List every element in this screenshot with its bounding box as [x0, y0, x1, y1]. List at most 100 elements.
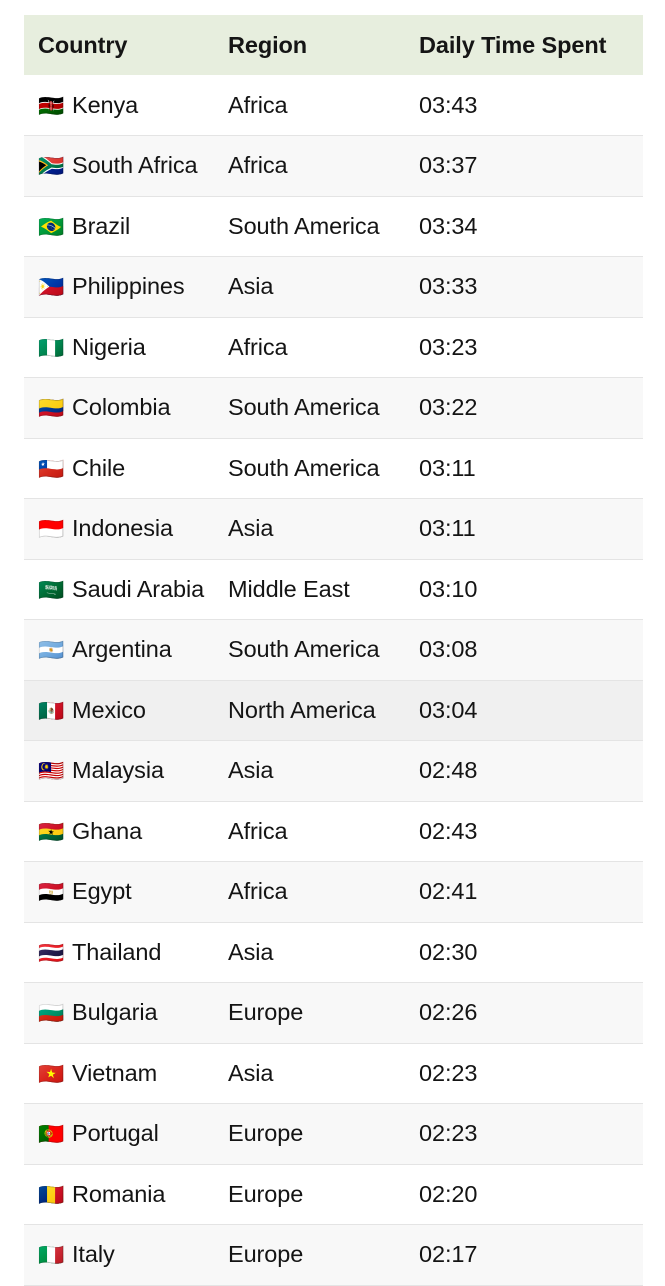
table-row[interactable]: 🇻🇳VietnamAsia02:23	[24, 1043, 643, 1104]
cell-region: Asia	[228, 257, 419, 318]
cell-region: South America	[228, 196, 419, 257]
flag-malaysia-icon: 🇲🇾	[38, 759, 68, 784]
cell-daily-time-spent: 02:26	[419, 983, 643, 1044]
country-time-table-container: Country Region Daily Time Spent 🇰🇪KenyaA…	[24, 15, 643, 1286]
flag-vietnam-icon: 🇻🇳	[38, 1062, 68, 1087]
flag-chile-icon: 🇨🇱	[38, 457, 68, 482]
cell-country: 🇰🇪Kenya	[24, 75, 228, 136]
cell-country: 🇿🇦South Africa	[24, 136, 228, 197]
table-row[interactable]: 🇨🇱ChileSouth America03:11	[24, 438, 643, 499]
cell-country: 🇻🇳Vietnam	[24, 1043, 228, 1104]
flag-ghana-icon: 🇬🇭	[38, 820, 68, 845]
country-name: Argentina	[72, 636, 172, 662]
table-row[interactable]: 🇨🇴ColombiaSouth America03:22	[24, 378, 643, 439]
cell-region: Asia	[228, 1043, 419, 1104]
cell-region: Africa	[228, 801, 419, 862]
cell-region: South America	[228, 620, 419, 681]
flag-kenya-icon: 🇰🇪	[38, 94, 68, 119]
cell-country: 🇸🇦Saudi Arabia	[24, 559, 228, 620]
table-row[interactable]: 🇲🇾MalaysiaAsia02:48	[24, 741, 643, 802]
column-header-country[interactable]: Country	[24, 15, 228, 75]
table-row[interactable]: 🇹🇭ThailandAsia02:30	[24, 922, 643, 983]
country-name: Colombia	[72, 394, 170, 420]
flag-indonesia-icon: 🇮🇩	[38, 517, 68, 542]
cell-daily-time-spent: 02:20	[419, 1164, 643, 1225]
cell-country: 🇪🇬Egypt	[24, 862, 228, 923]
table-row[interactable]: 🇲🇽MexicoNorth America03:04	[24, 680, 643, 741]
table-row[interactable]: 🇵🇹PortugalEurope02:23	[24, 1104, 643, 1165]
table-header: Country Region Daily Time Spent	[24, 15, 643, 75]
flag-thailand-icon: 🇹🇭	[38, 941, 68, 966]
cell-daily-time-spent: 02:23	[419, 1043, 643, 1104]
flag-colombia-icon: 🇨🇴	[38, 396, 68, 421]
cell-region: South America	[228, 438, 419, 499]
column-header-daily-time-spent[interactable]: Daily Time Spent	[419, 15, 643, 75]
country-name: Ghana	[72, 818, 142, 844]
cell-country: 🇵🇹Portugal	[24, 1104, 228, 1165]
table-row[interactable]: 🇪🇬EgyptAfrica02:41	[24, 862, 643, 923]
table-row[interactable]: 🇮🇩IndonesiaAsia03:11	[24, 499, 643, 560]
table-row[interactable]: 🇿🇦South AfricaAfrica03:37	[24, 136, 643, 197]
cell-country: 🇵🇭Philippines	[24, 257, 228, 318]
cell-country: 🇨🇴Colombia	[24, 378, 228, 439]
cell-daily-time-spent: 03:33	[419, 257, 643, 318]
table-row[interactable]: 🇬🇭GhanaAfrica02:43	[24, 801, 643, 862]
table-row[interactable]: 🇦🇷ArgentinaSouth America03:08	[24, 620, 643, 681]
country-name: Kenya	[72, 92, 138, 118]
cell-daily-time-spent: 03:11	[419, 438, 643, 499]
cell-daily-time-spent: 02:41	[419, 862, 643, 923]
cell-daily-time-spent: 03:37	[419, 136, 643, 197]
table-row[interactable]: 🇧🇬BulgariaEurope02:26	[24, 983, 643, 1044]
cell-country: 🇲🇾Malaysia	[24, 741, 228, 802]
country-name: Saudi Arabia	[72, 576, 204, 602]
flag-italy-icon: 🇮🇹	[38, 1243, 68, 1268]
cell-daily-time-spent: 03:43	[419, 75, 643, 136]
table-row[interactable]: 🇰🇪KenyaAfrica03:43	[24, 75, 643, 136]
cell-region: Africa	[228, 75, 419, 136]
flag-egypt-icon: 🇪🇬	[38, 880, 68, 905]
cell-country: 🇦🇷Argentina	[24, 620, 228, 681]
table-row[interactable]: 🇧🇷BrazilSouth America03:34	[24, 196, 643, 257]
table-header-row: Country Region Daily Time Spent	[24, 15, 643, 75]
table-row[interactable]: 🇳🇬NigeriaAfrica03:23	[24, 317, 643, 378]
table-row[interactable]: 🇷🇴RomaniaEurope02:20	[24, 1164, 643, 1225]
table-row[interactable]: 🇮🇹Italy Europe02:17	[24, 1225, 643, 1286]
flag-portugal-icon: 🇵🇹	[38, 1122, 68, 1147]
cell-daily-time-spent: 03:10	[419, 559, 643, 620]
flag-saudi-arabia-icon: 🇸🇦	[38, 578, 68, 603]
cell-region: Africa	[228, 317, 419, 378]
cell-daily-time-spent: 03:04	[419, 680, 643, 741]
country-name: Romania	[72, 1181, 165, 1207]
country-name: South Africa	[72, 152, 198, 178]
country-name: Italy	[72, 1241, 115, 1267]
cell-country: 🇨🇱Chile	[24, 438, 228, 499]
cell-daily-time-spent: 03:11	[419, 499, 643, 560]
country-name: Nigeria	[72, 334, 146, 360]
flag-south-africa-icon: 🇿🇦	[38, 154, 68, 179]
cell-country: 🇧🇬Bulgaria	[24, 983, 228, 1044]
cell-region: Middle East	[228, 559, 419, 620]
country-name: Brazil	[72, 213, 130, 239]
country-name: Vietnam	[72, 1060, 157, 1086]
table-row[interactable]: 🇵🇭PhilippinesAsia03:33	[24, 257, 643, 318]
cell-daily-time-spent: 02:17	[419, 1225, 643, 1286]
cell-country: 🇮🇩Indonesia	[24, 499, 228, 560]
country-name: Indonesia	[72, 515, 173, 541]
cell-region: Europe	[228, 983, 419, 1044]
country-name: Egypt	[72, 878, 132, 904]
cell-region: Europe	[228, 1225, 419, 1286]
cell-region: Asia	[228, 499, 419, 560]
country-name: Chile	[72, 455, 125, 481]
flag-romania-icon: 🇷🇴	[38, 1183, 68, 1208]
cell-daily-time-spent: 02:30	[419, 922, 643, 983]
cell-country: 🇬🇭Ghana	[24, 801, 228, 862]
flag-argentina-icon: 🇦🇷	[38, 638, 68, 663]
table-body: 🇰🇪KenyaAfrica03:43🇿🇦South AfricaAfrica03…	[24, 75, 643, 1285]
cell-region: Asia	[228, 922, 419, 983]
cell-region: Europe	[228, 1104, 419, 1165]
country-name: Philippines	[72, 273, 185, 299]
cell-country: 🇳🇬Nigeria	[24, 317, 228, 378]
cell-region: North America	[228, 680, 419, 741]
table-row[interactable]: 🇸🇦Saudi ArabiaMiddle East03:10	[24, 559, 643, 620]
column-header-region[interactable]: Region	[228, 15, 419, 75]
